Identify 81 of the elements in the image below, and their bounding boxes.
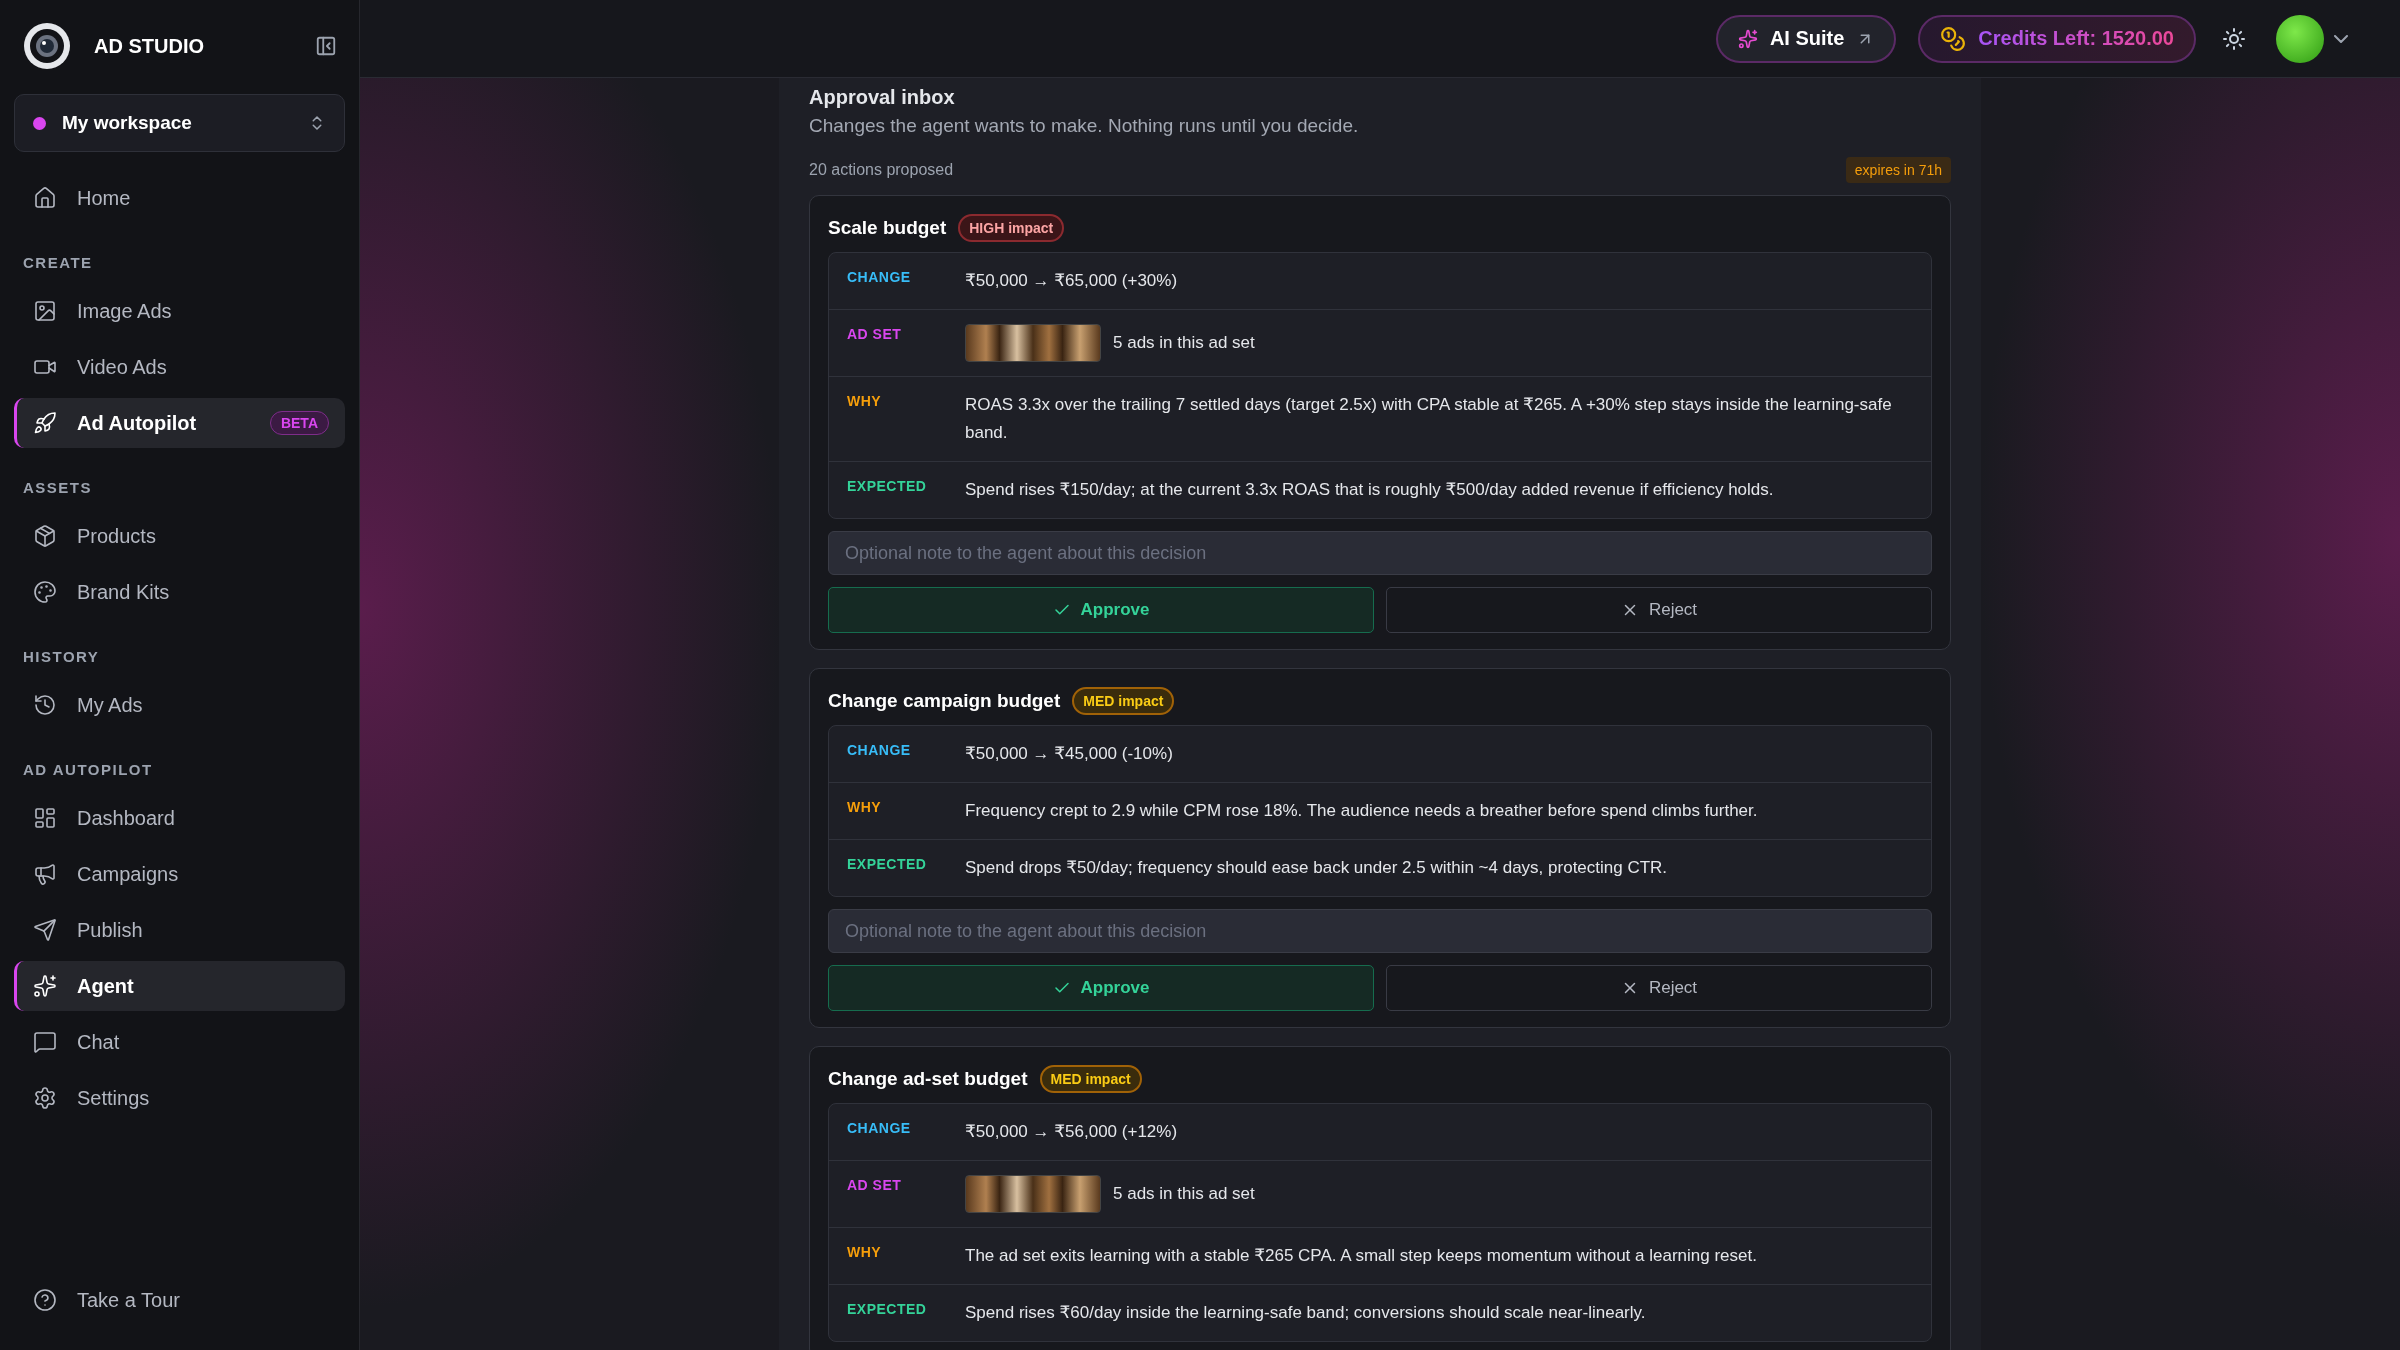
nav-item[interactable]: Dashboard: [14, 793, 345, 843]
row-label: WHY: [847, 392, 883, 409]
box-icon: [33, 524, 57, 548]
reject-button[interactable]: Reject: [1386, 965, 1932, 1011]
send-icon: [33, 918, 57, 942]
help-icon: [33, 1288, 57, 1312]
row-text: ₹50,000 → ₹65,000 (+30%): [965, 270, 1179, 292]
nav-item[interactable]: Video Ads: [14, 342, 345, 392]
page-subtitle: Changes the agent wants to make. Nothing runs until you decide.: [809, 115, 1360, 137]
note-field[interactable]: Optional note to the agent about this decision: [828, 909, 1932, 953]
row-label: WHY: [847, 798, 883, 815]
brand-name: AD STUDIO: [94, 34, 205, 58]
note-field[interactable]: Optional note to the agent about this decision: [828, 531, 1932, 575]
nav-item[interactable]: Ad Autopilot BETA: [14, 398, 345, 448]
row-text: ₹50,000 → ₹56,000 (+12%): [965, 1121, 1179, 1143]
actions-count: 20 actions proposed: [809, 161, 954, 179]
nav-item[interactable]: Publish: [14, 905, 345, 955]
section-heading: ASSETS: [22, 478, 93, 498]
coins-icon: [1940, 25, 1967, 52]
ai-suite-button[interactable]: AI Suite: [1715, 14, 1897, 63]
nav-item[interactable]: Agent: [14, 961, 345, 1011]
row-label: CHANGE: [847, 741, 912, 758]
house-icon: [33, 186, 57, 210]
row-text: Spend rises ₹150/day; at the current 3.3x ROAS that is roughly ₹500/day added revenue if efficiency holds.: [965, 479, 1775, 501]
nav-item[interactable]: Image Ads: [14, 286, 345, 336]
section-heading: HISTORY: [22, 647, 101, 667]
nav-item[interactable]: My Ads: [14, 680, 345, 730]
approve-button[interactable]: Approve: [828, 965, 1374, 1011]
action-title: Change campaign budget: [828, 690, 1061, 712]
row-label: EXPECTED: [847, 855, 928, 872]
avatar-icon: [2276, 14, 2324, 63]
nav-item[interactable]: Settings: [14, 1073, 345, 1123]
credits-button[interactable]: Credits Left: 1520.00: [1918, 14, 2196, 63]
chat-bubble-icon: [33, 1030, 57, 1054]
row-text: Spend rises ₹60/day inside the learning-safe band; conversions should scale near-linearly.: [965, 1302, 1647, 1324]
nav-item[interactable]: Home: [14, 173, 345, 223]
megaphone-icon: [33, 862, 57, 886]
sun-icon: [2222, 26, 2246, 51]
row-label: AD SET: [847, 1176, 903, 1193]
camera-lens-logo-icon: [22, 21, 72, 71]
workspace-selector[interactable]: My workspace: [14, 94, 345, 152]
page-title: Approval inbox: [809, 86, 956, 109]
impact-badge: MED impact: [1039, 1065, 1142, 1093]
sparkles-icon: [1737, 28, 1758, 49]
row-label: EXPECTED: [847, 477, 928, 494]
action-title: Scale budget: [828, 217, 947, 239]
dashboard-icon: [33, 806, 57, 830]
settings-icon: [33, 1086, 57, 1110]
impact-badge: MED impact: [1072, 687, 1175, 715]
nav-item[interactable]: Chat: [14, 1017, 345, 1067]
row-text: 5 ads in this ad set: [1113, 332, 1255, 354]
row-label: CHANGE: [847, 268, 912, 285]
beta-badge: BETA: [269, 411, 329, 435]
nav-item[interactable]: Campaigns: [14, 849, 345, 899]
row-label: AD SET: [847, 325, 903, 342]
row-label: WHY: [847, 1243, 883, 1260]
row-text: Spend drops ₹50/day; frequency should ease back under 2.5 within ~4 days, protecting CTR.: [965, 857, 1669, 879]
sparkles-icon: [33, 974, 57, 998]
row-text: 5 ads in this ad set: [1113, 1183, 1255, 1205]
reject-button[interactable]: Reject: [1386, 587, 1932, 633]
rocket-icon: [33, 411, 57, 435]
row-text: ROAS 3.3x over the trailing 7 settled days (target 2.5x) with CPA stable at ₹265. A +30% step stays inside the learning-safe band.: [965, 394, 1893, 444]
take-tour-link[interactable]: Take a Tour: [14, 1275, 345, 1325]
row-text: ₹50,000 → ₹45,000 (-10%): [965, 743, 1174, 765]
row-label: EXPECTED: [847, 1300, 928, 1317]
section-heading: AD AUTOPILOT: [22, 760, 154, 780]
history-icon: [33, 693, 57, 717]
row-label: CHANGE: [847, 1119, 912, 1136]
nav-item[interactable]: Brand Kits: [14, 567, 345, 617]
chevron-down-icon: [2334, 34, 2348, 43]
expiry-badge: expires in 71h: [1845, 157, 1951, 183]
impact-badge: HIGH impact: [958, 214, 1065, 242]
collapse-sidebar-icon[interactable]: [315, 35, 337, 57]
row-text: Frequency crept to 2.9 while CPM rose 18%. The audience needs a breather before spend climbs further.: [965, 800, 1759, 822]
approve-button[interactable]: Approve: [828, 587, 1374, 633]
nav-item[interactable]: Products: [14, 511, 345, 561]
section-heading: CREATE: [22, 253, 94, 273]
action-title: Change ad-set budget: [828, 1068, 1028, 1090]
row-text: The ad set exits learning with a stable ₹265 CPA. A small step keeps momentum without a learning reset.: [965, 1245, 1758, 1267]
palette-icon: [33, 580, 57, 604]
image-icon: [33, 299, 57, 323]
